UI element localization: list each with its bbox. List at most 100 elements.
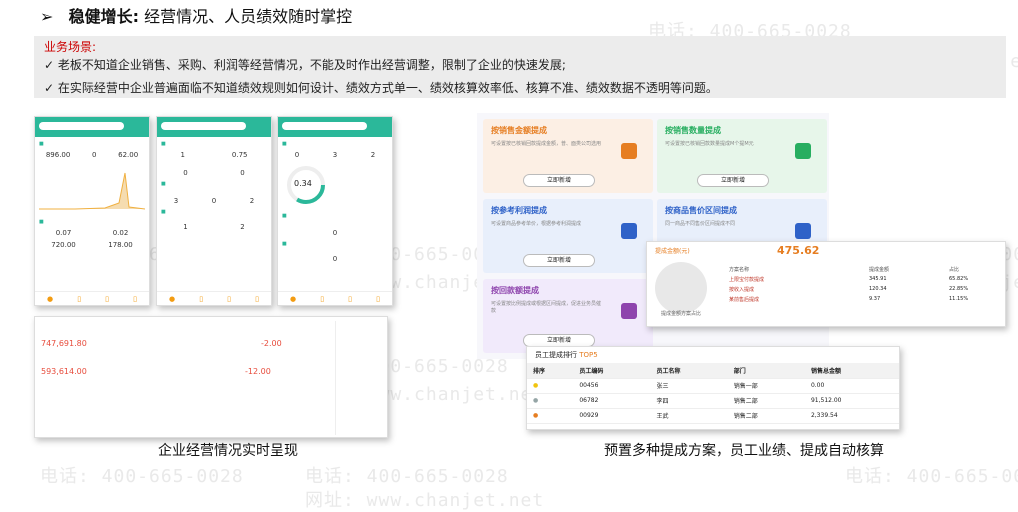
kpi-row: 0 0 (157, 169, 271, 177)
kpi-value: 3 (332, 151, 338, 159)
collection-change: -12.00 (245, 367, 271, 376)
doc-icon[interactable]: ▯ (77, 295, 81, 303)
employee-dept: 销售二部 (727, 408, 805, 424)
kpi-value: 1 (180, 151, 185, 159)
kpi-row: 0.07 0.02 (35, 229, 149, 237)
user-icon[interactable]: ▯ (255, 295, 259, 303)
chart-icon[interactable]: ▯ (105, 295, 109, 303)
employee-amount: 0.00 (804, 378, 899, 394)
tab-bar: ● ▯ ▯ ▯ (157, 291, 271, 305)
clipboard-icon (795, 223, 811, 239)
card-collection[interactable]: 按回款额提成 可设置按比例提成或根据区间提成，促进业务员催款 立即新增 (483, 279, 653, 353)
page-title: ➢ 稳健增长: 经营情况、人员绩效随时掌控 (40, 3, 352, 27)
card-desc: 同一商品不同售价区间提成不同 (665, 221, 736, 227)
pie-chart (655, 262, 707, 314)
section-label: ■ (39, 219, 44, 225)
card-title: 按销售金额提成 (491, 126, 547, 135)
scheme-pct: 11.15% (949, 296, 969, 302)
section-label: ■ (282, 241, 287, 247)
search-input[interactable] (39, 122, 124, 130)
ranking-top-badge: TOP5 (579, 351, 598, 359)
employee-code: 06782 (573, 393, 651, 409)
title-text: 经营情况、人员绩效随时掌控 (144, 7, 353, 26)
kpi-value: 0.07 (55, 229, 72, 237)
kpi-value: 0 (211, 197, 217, 205)
kpi-row: 896.00 0 62.00 (35, 151, 149, 159)
scheme-amount: 9.37 (869, 296, 881, 302)
add-now-button[interactable]: 立即新增 (523, 254, 595, 267)
sales-trend-chart (39, 172, 146, 210)
caption-left: 企业经营情况实时呈现 (158, 443, 298, 459)
doc-icon[interactable]: ▯ (320, 295, 324, 303)
table-header: 方案名称 提成金额 占比 (729, 266, 999, 273)
scheme-amount: 345.91 (869, 276, 887, 282)
kpi-value: 0 (183, 169, 188, 177)
box-icon (621, 143, 637, 159)
employee-commission-ranking: 员工提成排行 TOP5 排序 员工编码 员工名称 部门 销售总金额 ● 00456 张三 销售… (526, 346, 900, 430)
wallet-icon (621, 303, 637, 319)
chart-icon[interactable]: ▯ (227, 295, 231, 303)
ranking-title-text: 员工提成排行 (535, 351, 577, 359)
kpi-value: 1 (183, 223, 188, 231)
kpi-value: 3 (173, 197, 179, 205)
home-icon[interactable]: ● (290, 295, 296, 303)
search-input[interactable] (282, 122, 367, 130)
employee-amount: 2,339.54 (804, 408, 899, 424)
kpi-row: 720.00 178.00 (35, 241, 149, 249)
gauge-value: 0.34 (294, 179, 312, 188)
scheme-pct: 22.85% (949, 286, 969, 292)
scheme-name: 上限宝付款提成 (729, 277, 765, 283)
card-title: 按参考利润提成 (491, 206, 547, 215)
header-cell: 排序 (527, 363, 574, 379)
bronze-medal-icon: ● (527, 408, 574, 424)
card-desc: 可设置按比例提成或根据区间提成，促进业务员催款 (491, 301, 602, 314)
sales-total: 747,691.80 (41, 339, 87, 348)
user-icon[interactable]: ▯ (376, 295, 380, 303)
kpi-value: 0 (240, 169, 245, 177)
kpi-value: 0.02 (112, 229, 129, 237)
kpi-value: 0 (332, 255, 338, 263)
arrow-bullet-icon: ➢ (40, 7, 54, 26)
section-label: ■ (39, 141, 44, 147)
card-reference-profit[interactable]: 按参考利润提成 可设置商品参考单价，根据参考利润提成 立即新增 (483, 199, 653, 273)
table-row[interactable]: ● 00456 张三 销售一部 0.00 (527, 378, 899, 394)
employee-name: 张三 (650, 378, 728, 394)
kpi-value: 178.00 (108, 241, 133, 249)
employee-code: 00929 (573, 408, 651, 424)
table-row[interactable]: ● 00929 王武 销售二部 2,339.54 (527, 408, 899, 424)
employee-amount: 91,512.00 (804, 393, 899, 409)
section-label: ■ (282, 141, 287, 147)
commission-breakdown-popup: 提成金额(元) 475.62 方案名称 提成金额 占比 上限宝付款提成 345.91 6… (646, 241, 1006, 327)
ranking-title: 员工提成排行 TOP5 (527, 347, 899, 363)
home-icon[interactable]: ● (47, 295, 53, 303)
home-icon[interactable]: ● (169, 295, 175, 303)
table-row[interactable]: ● 06782 李四 销售二部 91,512.00 (527, 393, 899, 409)
watermark-phone: 电话: 400-665-0028 (40, 466, 244, 487)
add-now-button[interactable]: 立即新增 (697, 174, 769, 187)
user-icon[interactable]: ▯ (133, 295, 137, 303)
gold-medal-icon: ● (527, 378, 574, 394)
tab-bar: ● ▯ ▯ ▯ (278, 291, 392, 305)
scheme-pct: 65.82% (949, 276, 969, 282)
card-title: 按销售数量提成 (665, 126, 721, 135)
card-sales-quantity[interactable]: 按销售数量提成 可设置按已核销回款数量提成M个提M元 立即新增 (657, 119, 827, 193)
add-now-button[interactable]: 立即新增 (523, 174, 595, 187)
kpi-row: 1 2 (157, 223, 271, 231)
header-cell: 员工名称 (650, 363, 728, 379)
doc-icon[interactable]: ▯ (199, 295, 203, 303)
employee-dept: 销售一部 (727, 378, 805, 394)
commission-label: 提成金额(元) (655, 248, 690, 255)
ranking-table: 排序 员工编码 员工名称 部门 销售总金额 ● 00456 张三 销售一部 0.00 ● 0678… (527, 363, 899, 424)
collection-total: 593,614.00 (41, 367, 87, 376)
card-desc: 可设置按已核销回款提成金额，普、面类公司选用 (491, 141, 602, 147)
search-input[interactable] (161, 122, 246, 130)
kpi-value: 2 (249, 197, 255, 205)
scenario-label: 业务场景: (44, 40, 97, 54)
card-sales-amount[interactable]: 按销售金额提成可设置按已核销回款提成金额，普、面类公司选用立即新增 (483, 119, 653, 193)
card-title: 按回款额提成 (491, 286, 539, 295)
commission-total: 475.62 (777, 244, 820, 257)
chart-icon[interactable]: ▯ (348, 295, 352, 303)
kpi-value: 0 (91, 151, 97, 159)
kpi-row: 0 3 2 (278, 151, 392, 159)
employee-code: 00456 (573, 378, 651, 394)
